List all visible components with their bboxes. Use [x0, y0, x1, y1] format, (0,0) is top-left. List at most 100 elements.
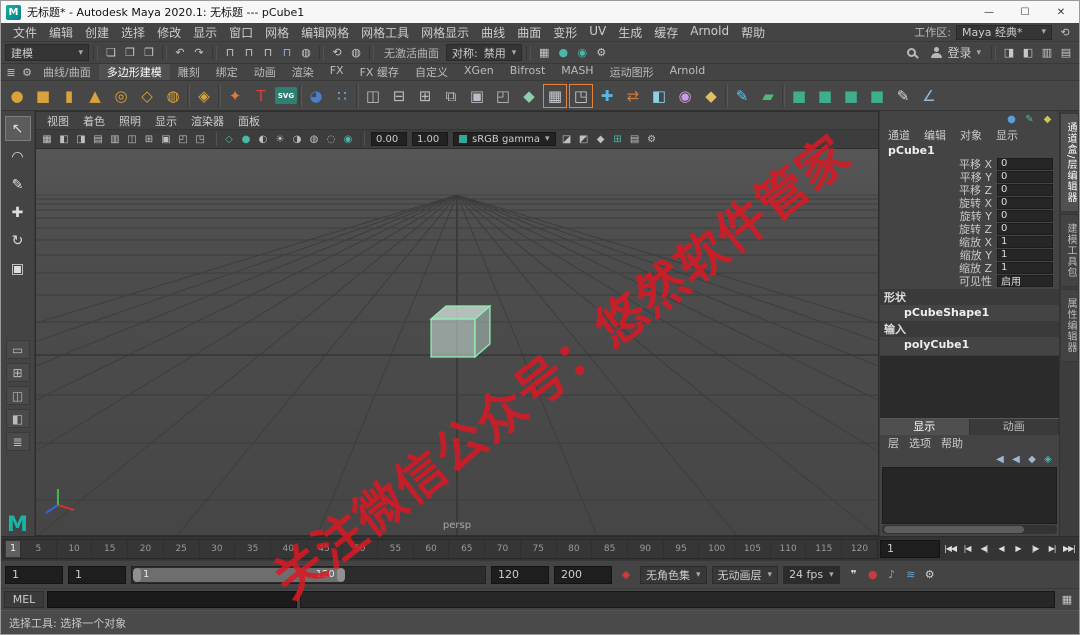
menu-item[interactable]: 编辑网格	[295, 24, 355, 41]
channel-box-menu-item[interactable]: 对象	[954, 127, 988, 143]
boolean-union-icon[interactable]: ◫	[361, 84, 385, 108]
menu-item[interactable]: 修改	[151, 24, 187, 41]
animation-end-field[interactable]: 200	[554, 565, 612, 584]
outliner-layout-button[interactable]: ≣	[5, 432, 30, 451]
command-input[interactable]	[47, 591, 297, 608]
audio-icon[interactable]: ♪	[883, 566, 901, 584]
boolean-difference-icon[interactable]: ⊟	[387, 84, 411, 108]
playback-range-bar[interactable]: 1 120	[133, 567, 345, 582]
shelf-separator[interactable]	[299, 84, 302, 107]
menu-item[interactable]: 缓存	[648, 24, 684, 41]
layer-editor-tab[interactable]: 动画	[970, 419, 1059, 435]
cached-playback-icon[interactable]: ≋	[902, 566, 920, 584]
menu-item[interactable]: 网格	[259, 24, 295, 41]
joints-xray-icon[interactable]: ◆	[593, 131, 609, 147]
uv-sample-icon[interactable]: ∷	[330, 84, 354, 108]
extract-icon[interactable]: ◰	[491, 84, 515, 108]
toolkit-move-icon[interactable]: ■	[787, 84, 811, 108]
step-back-frame-button[interactable]: |◀	[959, 540, 975, 558]
menu-item[interactable]: 编辑	[43, 24, 79, 41]
minimize-button[interactable]: —	[971, 1, 1007, 23]
modeling-toolkit-toggle-icon[interactable]: ▤	[1057, 44, 1075, 62]
shelf-separator[interactable]	[187, 84, 190, 107]
scale-tool[interactable]: ▣	[5, 256, 31, 281]
paint-select-tool[interactable]: ✎	[5, 172, 31, 197]
close-button[interactable]: ✕	[1043, 1, 1079, 23]
channel-value-field[interactable]: 1	[997, 235, 1053, 248]
menu-item[interactable]: 曲面	[511, 24, 547, 41]
field-chart-icon[interactable]: ◫	[124, 131, 140, 147]
maximize-button[interactable]: ☐	[1007, 1, 1043, 23]
poly-cube-icon[interactable]: ■	[31, 84, 55, 108]
viewport-canvas[interactable]: persp	[36, 149, 878, 535]
shelf-tab[interactable]: MASH	[553, 64, 601, 80]
shelf-separator[interactable]	[356, 84, 359, 107]
channel-value-field[interactable]: 0	[997, 209, 1053, 222]
shape-node-name[interactable]: pCubeShape1	[880, 305, 1059, 319]
channel-label[interactable]: 可见性	[880, 273, 997, 289]
exposure-field[interactable]: 0.00	[371, 132, 407, 146]
save-scene-icon[interactable]: ❒	[140, 44, 158, 62]
poly-disc-icon[interactable]: ◍	[161, 84, 185, 108]
range-slider[interactable]: 1 120	[131, 565, 486, 584]
redo-icon[interactable]: ↷	[190, 44, 208, 62]
play-backwards-button[interactable]: ◀	[993, 540, 1009, 558]
go-to-end-button[interactable]: ▶▶|	[1061, 540, 1077, 558]
menu-item[interactable]: UV	[583, 24, 612, 41]
channel-value-field[interactable]: 0	[997, 183, 1053, 196]
shelf-tab[interactable]: 渲染	[284, 64, 322, 80]
menu-item[interactable]: 帮助	[735, 24, 771, 41]
smooth-icon[interactable]: ◉	[673, 84, 697, 108]
playback-end-field[interactable]: 120	[491, 565, 549, 584]
channel-box-menu-item[interactable]: 显示	[990, 127, 1024, 143]
shelf-separator[interactable]	[782, 84, 785, 107]
colorspace-dropdown[interactable]: sRGB gamma ▾	[453, 132, 556, 146]
layer-editor-tab[interactable]: 显示	[880, 419, 970, 435]
boolean-intersection-icon[interactable]: ⊞	[413, 84, 437, 108]
workspace-reset-icon[interactable]: ⟲	[1057, 24, 1073, 40]
separate-icon[interactable]: ▣	[465, 84, 489, 108]
new-scene-icon[interactable]: ❏	[102, 44, 120, 62]
shelf-gear-icon[interactable]: ⚙	[19, 64, 35, 80]
channel-value-field[interactable]: 0	[997, 157, 1053, 170]
shelf-menu-icon[interactable]: ≣	[3, 64, 19, 80]
menu-item[interactable]: 窗口	[223, 24, 259, 41]
shelf-tab[interactable]: XGen	[456, 64, 502, 80]
isolate-select-icon[interactable]: ◪	[559, 131, 575, 147]
bridge-icon[interactable]: ▦	[543, 83, 567, 108]
move-layer-down-icon[interactable]: ◀	[1009, 452, 1023, 466]
render-settings-icon[interactable]: ⚙	[592, 44, 610, 62]
snap-to-grids-icon[interactable]: ⊓	[221, 44, 239, 62]
shelf-tab[interactable]: 自定义	[407, 64, 456, 80]
shaded-icon[interactable]: ●	[238, 131, 254, 147]
safe-action-icon[interactable]: ⊞	[141, 131, 157, 147]
search-icon[interactable]	[907, 48, 917, 57]
menu-item[interactable]: 变形	[547, 24, 583, 41]
frame-selection-icon[interactable]: ◳	[192, 131, 208, 147]
channel-value-field[interactable]: 0	[997, 196, 1053, 209]
sidebar-tab[interactable]: 属性编辑器	[1060, 289, 1079, 363]
channel-value-field[interactable]: 0	[997, 170, 1053, 183]
shelf-tab[interactable]: Arnold	[662, 64, 714, 80]
multi-cut-icon[interactable]: ✚	[595, 84, 619, 108]
shelf-separator[interactable]	[725, 84, 728, 107]
render-view-icon[interactable]: ▦	[535, 44, 553, 62]
script-editor-icon[interactable]: ▦	[1058, 591, 1076, 609]
paint-effects-icon[interactable]: ✎	[891, 84, 915, 108]
layer-list[interactable]	[882, 467, 1057, 524]
move-layer-up-icon[interactable]: ◀	[993, 452, 1007, 466]
menu-item[interactable]: 选择	[115, 24, 151, 41]
menu-item[interactable]: 创建	[79, 24, 115, 41]
menu-item[interactable]: 网格显示	[415, 24, 475, 41]
wireframe-icon[interactable]: ◇	[221, 131, 237, 147]
empty-layer-icon[interactable]: ◆	[1025, 452, 1039, 466]
sign-in-button[interactable]: 登录 ▾	[925, 44, 987, 61]
channel-value-field[interactable]: 1	[997, 248, 1053, 261]
menu-item[interactable]: 显示	[187, 24, 223, 41]
frame-all-icon[interactable]: ◰	[175, 131, 191, 147]
input-node-name[interactable]: polyCube1	[880, 337, 1059, 351]
panel-menu-item[interactable]: 视图	[40, 113, 76, 129]
auto-keyframe-icon[interactable]: ●	[864, 566, 882, 584]
platonic-solid-icon[interactable]: ◈	[192, 84, 216, 108]
combine-icon[interactable]: ⧉	[439, 84, 463, 108]
